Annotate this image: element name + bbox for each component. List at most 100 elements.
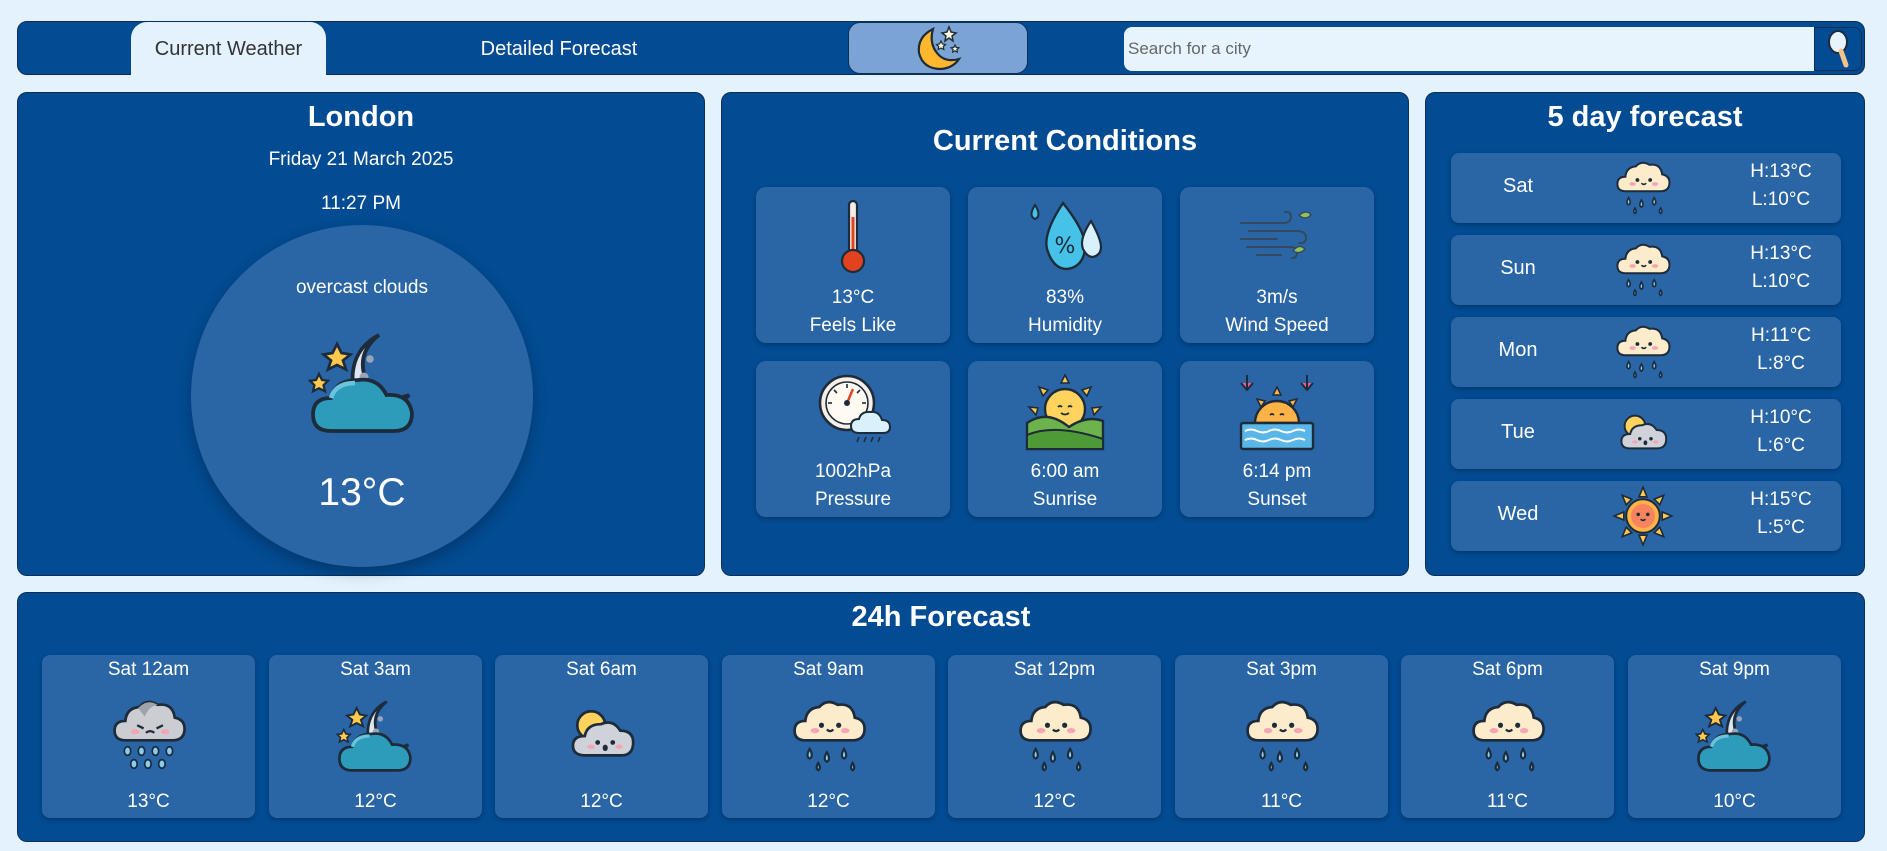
rain-cloud-icon: [1012, 693, 1098, 779]
tab-detailed-forecast[interactable]: Detailed Forecast: [438, 22, 680, 76]
search-input[interactable]: [1124, 27, 1814, 71]
hour-time: Sat 9pm: [1699, 659, 1770, 680]
humidity-value: 83%: [1045, 287, 1085, 308]
wind-speed-tile: 3m/s Wind Speed: [1180, 187, 1374, 343]
night-cloud-icon: [1692, 693, 1778, 779]
current-weather-panel: London Friday 21 March 2025 11:27 PM ove…: [17, 92, 705, 576]
hour-temp: 12°C: [580, 791, 623, 812]
hour-temp: 13°C: [127, 791, 170, 812]
hourly-forecast-panel: 24h Forecast Sat 12am 13°C Sat 3am 12°C …: [17, 592, 1865, 842]
hourly-card: Sat 9pm 10°C: [1628, 655, 1841, 818]
forecast-day-row: Sun H:13°C L:10°C: [1451, 235, 1841, 305]
sun-cloud-icon: [559, 693, 645, 779]
sunset-value: 6:14 pm: [1242, 461, 1312, 482]
sun-cloud-icon: [1611, 402, 1675, 466]
hour-time: Sat 12am: [107, 659, 190, 680]
sunset-tile: 6:14 pm Sunset: [1180, 361, 1374, 517]
sunrise-value: 6:00 am: [1030, 461, 1100, 482]
current-date: Friday 21 March 2025: [268, 149, 454, 170]
pressure-value: 1002hPa: [814, 461, 892, 482]
day-high: H:13°C: [1750, 161, 1812, 182]
sunrise-icon: [1025, 373, 1105, 451]
hour-time: Sat 12pm: [1013, 659, 1096, 680]
hour-time: Sat 6am: [566, 659, 637, 680]
current-conditions-panel: Current Conditions 13°C Feels Like % 83%…: [721, 92, 1409, 576]
hourly-card: Sat 3pm 11°C: [1175, 655, 1388, 818]
forecast-day-row: Tue H:10°C L:6°C: [1451, 399, 1841, 469]
feels-like-value: 13°C: [831, 287, 875, 308]
pressure-label: Pressure: [814, 489, 892, 510]
top-nav-bar: Current Weather Detailed Forecast: [17, 21, 1865, 76]
search-bar: [1124, 27, 1862, 71]
sunrise-label: Sunrise: [1032, 489, 1098, 510]
day-high: H:15°C: [1750, 489, 1812, 510]
weather-circle: overcast clouds 13°C: [191, 225, 533, 567]
day-low: L:5°C: [1757, 517, 1805, 538]
conditions-title: Current Conditions: [932, 125, 1198, 157]
night-cloud-icon: [333, 693, 419, 779]
rain-cloud-icon: [1465, 693, 1551, 779]
wind-speed-label: Wind Speed: [1225, 315, 1329, 336]
hourly-title: 24h Forecast: [851, 601, 1031, 633]
hour-temp: 10°C: [1713, 791, 1756, 812]
night-cloud-icon: [301, 323, 427, 443]
day-low: L:8°C: [1757, 353, 1805, 374]
day-low: L:10°C: [1751, 271, 1811, 292]
current-time: 11:27 PM: [321, 193, 401, 214]
day-high: H:11°C: [1750, 325, 1812, 346]
hourly-card: Sat 3am 12°C: [269, 655, 482, 818]
current-temperature: 13°C: [318, 471, 406, 514]
sunset-label: Sunset: [1247, 489, 1307, 510]
weather-description: overcast clouds: [295, 277, 428, 298]
hour-time: Sat 9am: [793, 659, 864, 680]
day-low: L:6°C: [1757, 435, 1805, 456]
day-high: H:10°C: [1750, 407, 1812, 428]
hourly-card: Sat 12am 13°C: [42, 655, 255, 818]
wind-icon: [1240, 210, 1312, 259]
hour-time: Sat 6pm: [1472, 659, 1543, 680]
five-day-forecast-panel: 5 day forecast Sat H:13°C L:10°C Sun H:1…: [1425, 92, 1865, 576]
rain-cloud-icon: [1611, 238, 1675, 302]
hour-temp: 12°C: [354, 791, 397, 812]
hourly-card: Sat 12pm 12°C: [948, 655, 1161, 818]
search-button[interactable]: [1814, 27, 1862, 71]
day-high: H:13°C: [1750, 243, 1812, 264]
day-name: Sat: [1502, 175, 1534, 197]
feels-like-label: Feels Like: [809, 315, 897, 336]
day-name: Sun: [1500, 257, 1536, 279]
forecast-day-row: Wed H:15°C L:5°C: [1451, 481, 1841, 551]
hour-time: Sat 3am: [340, 659, 411, 680]
hour-temp: 12°C: [807, 791, 850, 812]
hour-temp: 11°C: [1486, 791, 1529, 812]
forecast-day-row: Mon H:11°C L:8°C: [1451, 317, 1841, 387]
tab-current-weather[interactable]: Current Weather: [131, 22, 326, 76]
forecast-day-row: Sat H:13°C L:10°C: [1451, 153, 1841, 223]
rain-cloud-icon: [1611, 156, 1675, 220]
five-day-title: 5 day forecast: [1547, 101, 1743, 133]
day-name: Tue: [1501, 421, 1535, 443]
moon-stars-icon: [917, 24, 962, 71]
rain-cloud-icon: [1611, 320, 1675, 384]
hourly-card: Sat 9am 12°C: [722, 655, 935, 818]
hour-temp: 11°C: [1260, 791, 1303, 812]
sun-icon: [1611, 484, 1675, 548]
humidity-drops-icon: %: [1030, 200, 1103, 271]
day-name: Wed: [1497, 503, 1539, 525]
rain-cloud-icon: [786, 693, 872, 779]
humidity-label: Humidity: [1028, 315, 1102, 336]
pressure-tile: 1002hPa Pressure: [756, 361, 950, 517]
rain-cloud-icon: [1239, 693, 1325, 779]
day-name: Mon: [1498, 339, 1538, 361]
hour-time: Sat 3pm: [1246, 659, 1317, 680]
hourly-card: Sat 6pm 11°C: [1401, 655, 1614, 818]
hourly-card: Sat 6am 12°C: [495, 655, 708, 818]
sunset-icon: [1239, 375, 1315, 451]
city-name: London: [307, 101, 415, 133]
sunrise-tile: 6:00 am Sunrise: [968, 361, 1162, 517]
theme-toggle-button[interactable]: [848, 22, 1028, 74]
feels-like-tile: 13°C Feels Like: [756, 187, 950, 343]
grey-rain-cloud-icon: [106, 693, 192, 779]
humidity-tile: % 83% Humidity: [968, 187, 1162, 343]
day-low: L:10°C: [1751, 189, 1811, 210]
magnifier-icon: [1828, 30, 1849, 68]
